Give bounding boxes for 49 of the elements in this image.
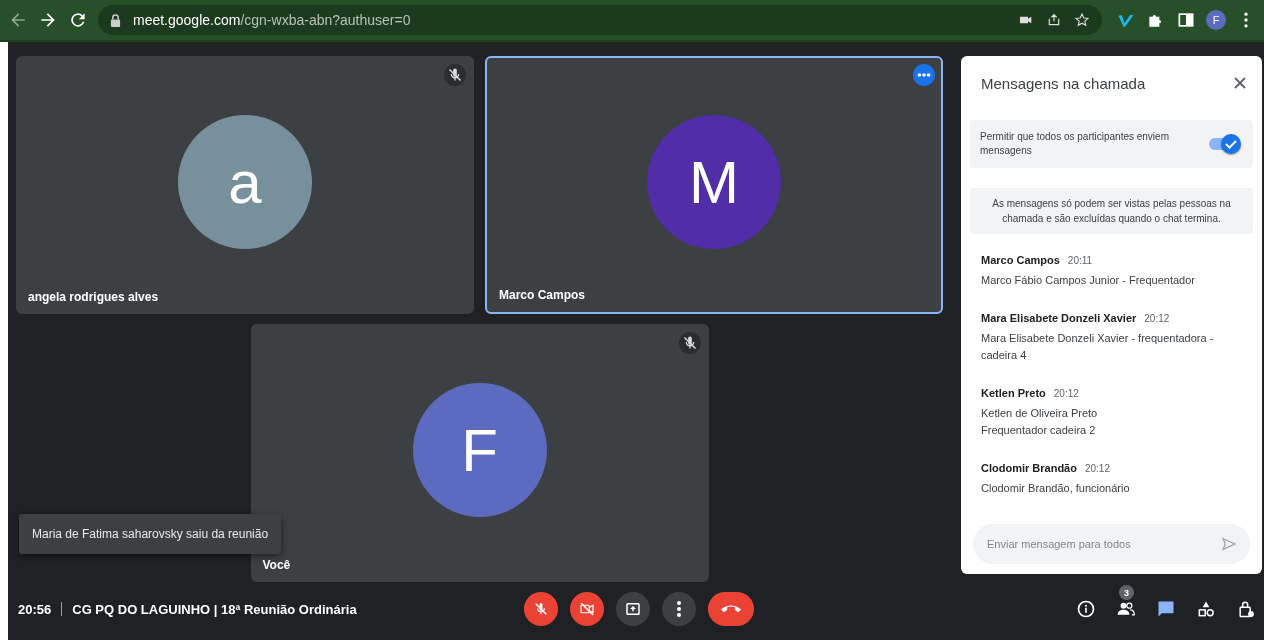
side-panel-icon[interactable] (1176, 10, 1196, 30)
clock-time: 20:56 (18, 601, 52, 617)
participant-count: 3 (1119, 585, 1134, 600)
message-text: Ketlen de Oliveira Preto (981, 405, 1099, 421)
avatar: a (178, 115, 312, 249)
shapes-icon[interactable] (1196, 599, 1216, 619)
participant-name: angela rodrigues alves (28, 290, 159, 304)
phone-icon (721, 605, 741, 613)
message-time: 20:12 (1053, 387, 1079, 399)
chat-icon[interactable] (1156, 599, 1176, 619)
profile-avatar[interactable]: F (1206, 10, 1226, 30)
permission-label: Permitir que todos os participantes enviem mensagens (980, 130, 1170, 158)
panel-title: Mensagens na chamada (981, 74, 1146, 92)
avatar: M (647, 115, 781, 249)
message-input[interactable]: Enviar mensagem para todos (973, 524, 1250, 564)
message-text: Marco Fábio Campos Junior - Frequentador (981, 273, 1196, 288)
avatar: F (412, 383, 547, 517)
present-screen-icon (624, 600, 642, 618)
notification-toast: Maria de Fatima saharovsky saiu da reunião (19, 514, 282, 554)
message-text: Mara Elisabete Donzeli Xavier - frequentadora - cadeira 4 (981, 330, 1215, 364)
url-text: meet.google.com/cgn-wxba-abn?authuser=0 (133, 12, 411, 28)
meeting-title: CG PQ DO LAGUINHO | 18ª Reunião Ordinária (72, 601, 357, 617)
info-notice: As mensagens só podem ser vistas pelas pessoas na chamada e são excluídas quando o chat termina. (970, 188, 1253, 234)
address-bar[interactable]: meet.google.com/cgn-wxba-abn?authuser=0 (98, 5, 1102, 35)
more-button[interactable] (662, 592, 696, 626)
message-time: 20:12 (1144, 312, 1170, 324)
message-time: 20:11 (1067, 255, 1093, 266)
participant-name: Você (262, 558, 291, 572)
reload-icon[interactable] (68, 10, 88, 30)
star-icon[interactable] (1074, 12, 1090, 28)
sender-name: Ketlen Preto (981, 386, 1046, 399)
more-icon (677, 601, 681, 617)
lock-person-icon[interactable] (1236, 599, 1256, 619)
message-text: Frequentador cadeira 2 (981, 423, 1097, 439)
message-text: Clodomir Brandão, funcionário (981, 480, 1131, 496)
share-icon[interactable] (1046, 12, 1062, 28)
hangup-button[interactable] (708, 592, 754, 626)
participant-name: Marco Campos (499, 288, 586, 302)
sender-name: Marco Campos (981, 254, 1060, 266)
camera-button[interactable] (570, 592, 604, 626)
mic-button[interactable] (524, 592, 558, 626)
sender-name: Clodomir Brandão (981, 461, 1077, 474)
message-time: 20:12 (1084, 462, 1110, 474)
more-options-icon[interactable] (913, 64, 935, 86)
lock-icon (110, 13, 121, 27)
sender-name: Mara Elisabete Donzeli Xavier (981, 311, 1137, 324)
camera-off-icon (578, 600, 596, 618)
info-icon[interactable] (1076, 599, 1096, 619)
present-button[interactable] (616, 592, 650, 626)
